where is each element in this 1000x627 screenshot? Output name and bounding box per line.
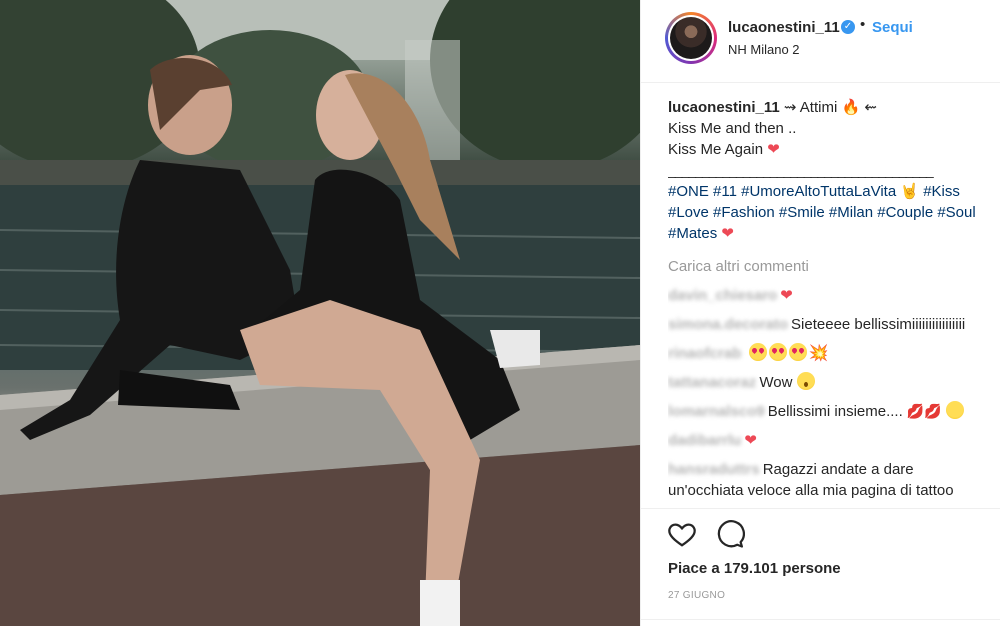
comment-item: hansraduttrs Ragazzi andate a dare un'occ… bbox=[668, 459, 988, 501]
comment-text: Bellissimi insieme.... bbox=[767, 403, 903, 420]
heart-eyes-emoji-icon bbox=[788, 343, 807, 361]
like-count[interactable]: Piace a 179.101 persone bbox=[668, 560, 841, 577]
comment-item: tattanacoraz Wow bbox=[668, 372, 988, 393]
comment-username[interactable]: simona.decorato bbox=[668, 316, 788, 333]
comment-username[interactable]: davin_chiesaro bbox=[668, 287, 777, 304]
caption-hashtags[interactable]: #ONE #11 #UmoreAltoTuttaLaVita 🤘 #Kiss #… bbox=[668, 181, 988, 244]
verified-badge-icon: ✓ bbox=[841, 20, 855, 34]
heart-eyes-emoji-icon bbox=[748, 343, 767, 361]
kiss-emoji-icon: 💋 bbox=[906, 403, 925, 419]
comment-username[interactable]: dadibarrlu bbox=[668, 432, 741, 449]
heart-eyes-emoji-icon bbox=[768, 343, 787, 361]
caption-line1-end: ⇜ bbox=[860, 99, 877, 116]
heart-emoji-icon: ❤ bbox=[744, 432, 757, 449]
caption-line1: ⇝ Attimi bbox=[779, 99, 838, 116]
caption-rule: _______________________________________ bbox=[668, 162, 934, 178]
author-username[interactable]: lucaonestini_11 bbox=[728, 19, 840, 36]
avatar[interactable] bbox=[665, 12, 717, 64]
load-more-comments-button[interactable]: Carica altri commenti bbox=[668, 256, 988, 277]
post-actions: Piace a 179.101 persone 27 GIUGNO bbox=[641, 508, 1000, 627]
comment-text: Wow bbox=[759, 374, 793, 391]
surprised-emoji-icon bbox=[796, 372, 815, 390]
post-date[interactable]: 27 GIUGNO bbox=[668, 590, 725, 601]
post-photo[interactable] bbox=[0, 0, 640, 626]
fire-emoji-icon: 🔥 bbox=[841, 99, 861, 116]
hugging-emoji-icon bbox=[945, 401, 964, 419]
comment-item: dadibarrlu ❤ bbox=[668, 430, 988, 451]
follow-button[interactable]: Sequi bbox=[872, 19, 913, 36]
post-header: lucaonestini_11 ✓ • Sequi NH Milano 2 bbox=[641, 0, 1000, 83]
post-location[interactable]: NH Milano 2 bbox=[728, 42, 800, 57]
comment-item: rinaofcrab 💥 bbox=[668, 343, 988, 364]
hashtags-part1[interactable]: #ONE #11 #UmoreAltoTuttaLaVita bbox=[668, 183, 896, 200]
heart-emoji-icon: ❤ bbox=[780, 287, 793, 304]
heart-outline-icon[interactable] bbox=[667, 519, 697, 549]
collision-emoji-icon: 💥 bbox=[808, 345, 829, 362]
comment-text: Sieteeee bellissimiiiiiiiiiiiiiiii bbox=[791, 316, 966, 333]
caption-username[interactable]: lucaonestini_11 bbox=[668, 99, 780, 116]
comment-username[interactable]: hansraduttrs bbox=[668, 461, 760, 478]
comment-item: lomarnalsco9 Bellissimi insieme.... 💋💋 bbox=[668, 401, 988, 422]
post-sidebar: lucaonestini_11 ✓ • Sequi NH Milano 2 lu… bbox=[640, 0, 1000, 626]
comment-item: simona.decorato Sieteeee bellissimiiiiiii… bbox=[668, 314, 988, 335]
avatar-image bbox=[670, 17, 712, 59]
photo-illustration bbox=[0, 0, 640, 626]
comment-bubble-icon[interactable] bbox=[715, 519, 745, 549]
comment-item: davin_chiesaro ❤ bbox=[668, 285, 988, 306]
comments-list[interactable]: lucaonestini_11 ⇝ Attimi 🔥 ⇜ Kiss Me and… bbox=[668, 97, 988, 509]
cheers-emoji-icon: 🤘 bbox=[900, 183, 920, 200]
separator-dot: • bbox=[860, 16, 866, 33]
divider bbox=[641, 619, 1000, 620]
caption-line2: Kiss Me and then .. bbox=[668, 120, 797, 137]
comment-username[interactable]: rinaofcrab bbox=[668, 345, 741, 362]
kiss-emoji-icon: 💋 bbox=[924, 403, 942, 419]
comment-username[interactable]: lomarnalsco9 bbox=[668, 403, 765, 420]
caption-line3: Kiss Me Again bbox=[668, 141, 764, 158]
caption: lucaonestini_11 ⇝ Attimi 🔥 ⇜ Kiss Me and… bbox=[668, 97, 988, 244]
comment-username[interactable]: tattanacoraz bbox=[668, 374, 756, 391]
heart-emoji-icon: ❤ bbox=[767, 141, 780, 158]
heart-emoji-icon: ❤ bbox=[721, 225, 734, 242]
